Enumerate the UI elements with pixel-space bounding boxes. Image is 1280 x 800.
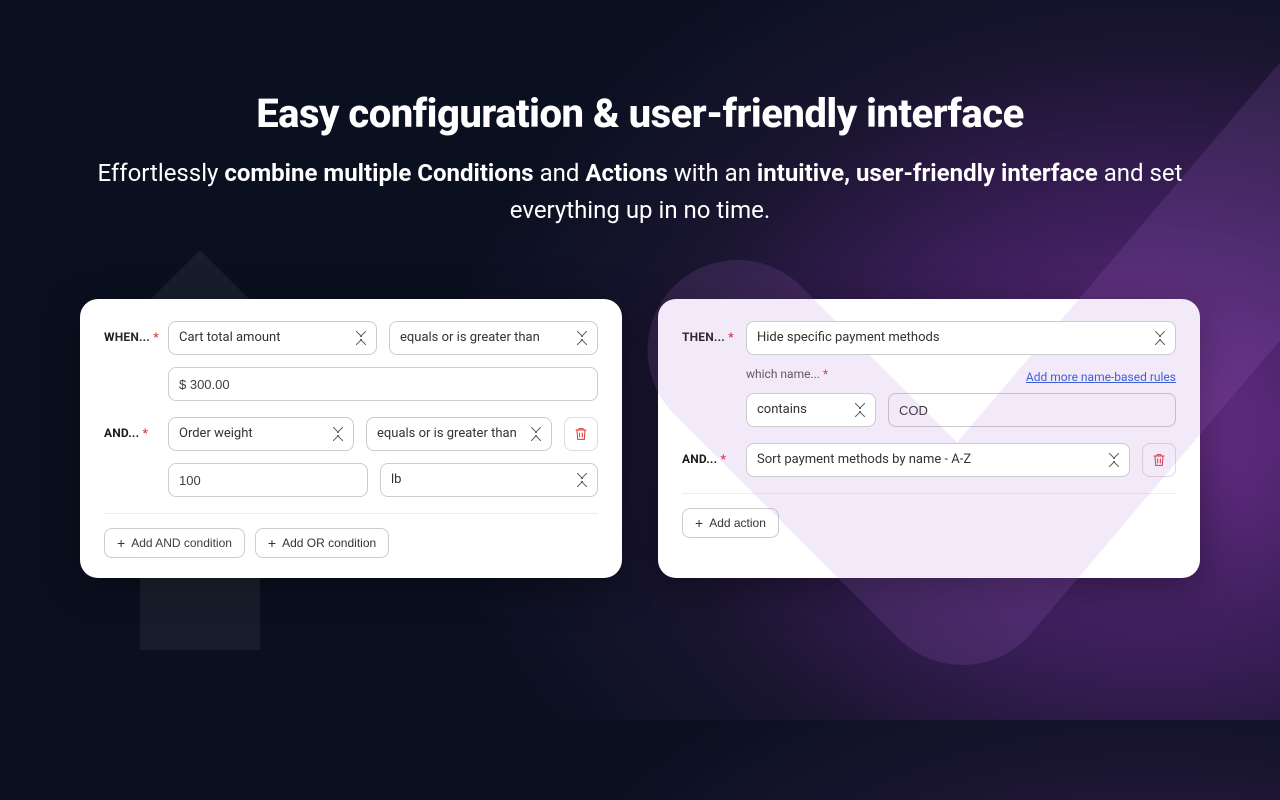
action-select[interactable]: Sort payment methods by name - A-Z — [746, 443, 1130, 477]
match-operator-select[interactable]: contains — [746, 393, 876, 427]
condition-unit-select[interactable]: lb — [380, 463, 598, 497]
condition-operator-select[interactable]: equals or is greater than — [366, 417, 552, 451]
condition-field-select[interactable]: Cart total amount — [168, 321, 377, 355]
background-check-icon — [580, 0, 1280, 800]
condition-field-select[interactable]: Order weight — [168, 417, 354, 451]
action-select[interactable]: Hide specific payment methods — [746, 321, 1176, 355]
condition-operator-select[interactable]: equals or is greater than — [389, 321, 598, 355]
